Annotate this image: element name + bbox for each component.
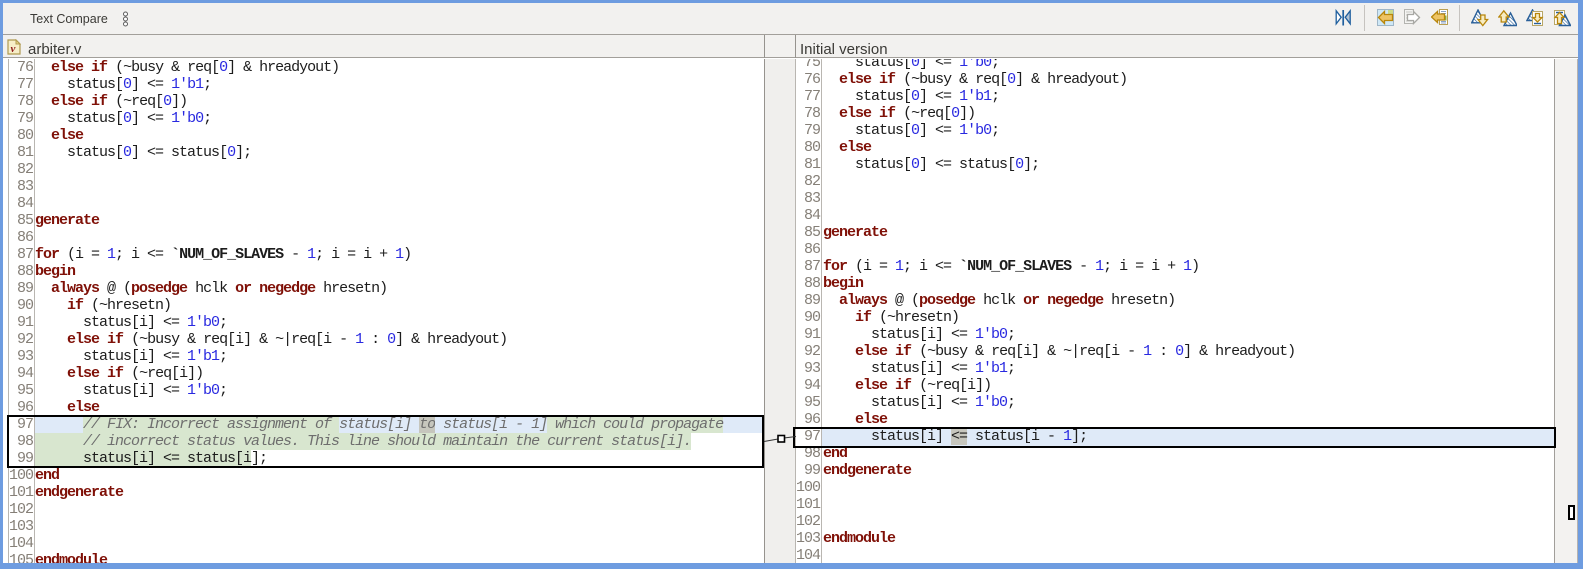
svg-text:v: v <box>11 43 16 55</box>
